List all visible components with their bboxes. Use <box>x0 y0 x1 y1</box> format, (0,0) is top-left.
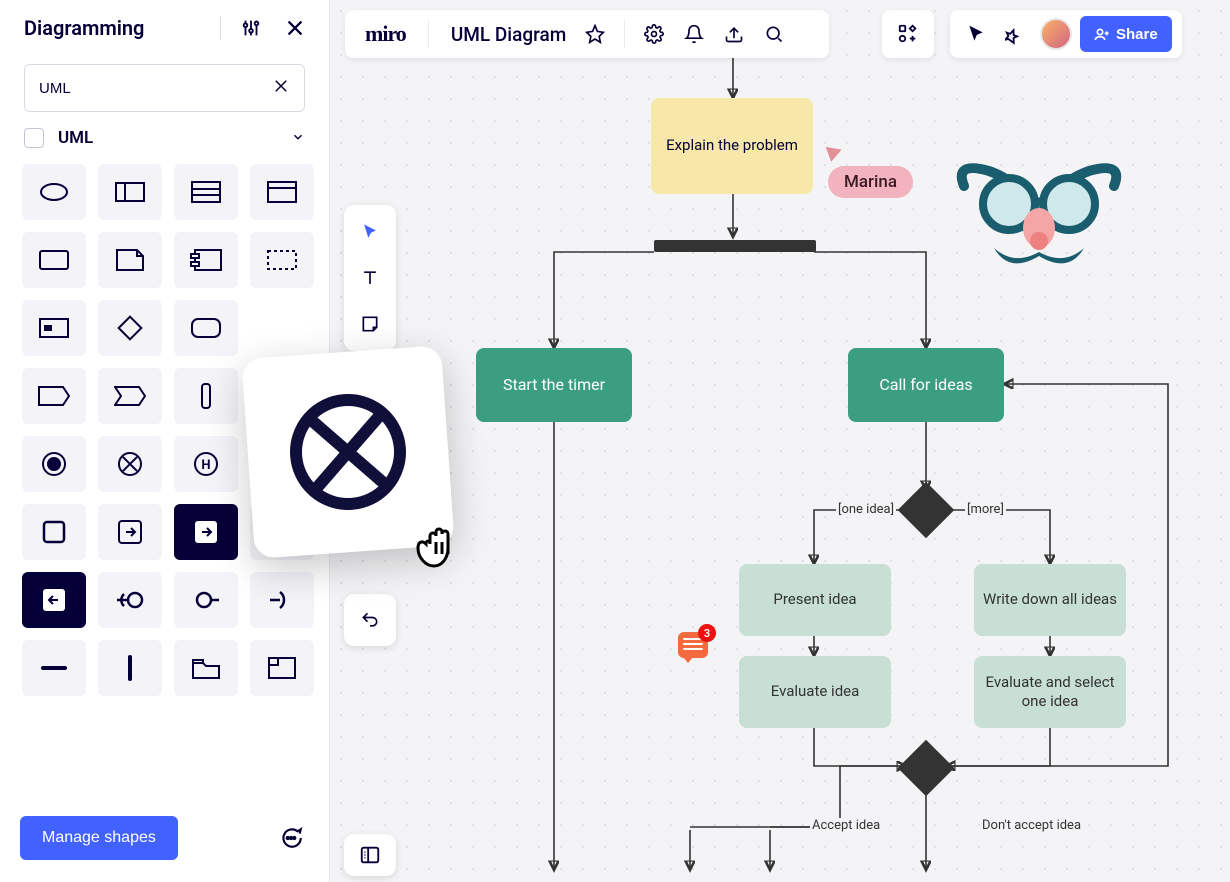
decision-2[interactable] <box>898 740 955 797</box>
collaborator-cursor: Marina <box>828 144 913 198</box>
tool-text[interactable] <box>349 257 391 299</box>
label-dont-accept: Don't accept idea <box>980 818 1083 833</box>
miro-logo[interactable]: miro <box>355 21 416 47</box>
label-more: [more] <box>965 502 1006 517</box>
apps-button[interactable] <box>882 10 934 58</box>
node-evaluate-idea[interactable]: Evaluate idea <box>739 656 891 728</box>
share-button[interactable]: Share <box>1080 16 1172 52</box>
category-row[interactable]: UML <box>0 128 329 160</box>
panel-title: Diagramming <box>24 16 204 40</box>
tool-sticky[interactable] <box>349 303 391 345</box>
node-bar[interactable] <box>654 240 816 252</box>
shape-chevron[interactable] <box>98 368 162 424</box>
collab-bar: Share <box>950 10 1182 58</box>
shape-double-panel[interactable] <box>98 164 162 220</box>
tool-select[interactable] <box>349 211 391 253</box>
shape-slot[interactable] <box>22 300 86 356</box>
top-app-bar: miro UML Diagram <box>345 10 829 58</box>
shape-circle-h[interactable]: H <box>174 436 238 492</box>
shape-component[interactable] <box>174 232 238 288</box>
share-label: Share <box>1116 26 1158 43</box>
tool-panel-toggle[interactable] <box>344 834 396 876</box>
clear-search-icon[interactable] <box>272 77 290 100</box>
shape-square[interactable] <box>22 504 86 560</box>
shape-provided-interface[interactable] <box>98 572 162 628</box>
shape-tag[interactable] <box>22 368 86 424</box>
tool-undo[interactable] <box>344 594 396 646</box>
upload-icon[interactable] <box>717 17 751 51</box>
shape-folder[interactable] <box>174 640 238 696</box>
cursor-tool-icon[interactable] <box>960 17 992 51</box>
shape-hline[interactable] <box>22 640 86 696</box>
comment-count-badge: 3 <box>698 624 716 642</box>
board-title[interactable]: UML Diagram <box>441 23 572 46</box>
shape-ellipse[interactable] <box>22 164 86 220</box>
node-call-ideas[interactable]: Call for ideas <box>848 348 1004 422</box>
reactions-icon[interactable] <box>1000 17 1032 51</box>
node-explain[interactable]: Explain the problem <box>651 98 813 194</box>
user-avatar[interactable] <box>1040 18 1072 50</box>
shape-circle-filled[interactable] <box>22 436 86 492</box>
category-label: UML <box>58 128 277 148</box>
shape-note[interactable] <box>98 232 162 288</box>
shape-search[interactable] <box>24 64 305 112</box>
shape-bar[interactable] <box>174 368 238 424</box>
node-writedown[interactable]: Write down all ideas <box>974 564 1126 636</box>
shape-dashed-rect[interactable] <box>250 232 314 288</box>
panel-close-icon[interactable] <box>281 14 309 42</box>
shape-diamond[interactable] <box>98 300 162 356</box>
svg-text:H: H <box>201 458 210 473</box>
shape-square-arrow-r-dark[interactable] <box>174 504 238 560</box>
panel-settings-icon[interactable] <box>237 14 265 42</box>
chevron-down-icon[interactable] <box>291 129 305 148</box>
shape-square-arrow-r[interactable] <box>98 504 162 560</box>
sticker-disguise[interactable] <box>954 156 1124 276</box>
shape-required-interface[interactable] <box>174 572 238 628</box>
shape-rect[interactable] <box>22 232 86 288</box>
feedback-chat-icon[interactable] <box>273 820 309 856</box>
tool-toolbar <box>344 205 396 351</box>
star-icon[interactable] <box>578 17 612 51</box>
shape-panel[interactable] <box>250 164 314 220</box>
shape-required-socket[interactable] <box>250 572 314 628</box>
shape-window[interactable] <box>250 640 314 696</box>
manage-shapes-button[interactable]: Manage shapes <box>20 816 178 860</box>
grab-cursor-icon <box>410 510 480 584</box>
shape-class-box[interactable] <box>174 164 238 220</box>
shape-rounded[interactable] <box>174 300 238 356</box>
shape-search-input[interactable] <box>39 80 272 97</box>
bell-icon[interactable] <box>677 17 711 51</box>
search-icon[interactable] <box>757 17 791 51</box>
node-present[interactable]: Present idea <box>739 564 891 636</box>
shape-circle-x[interactable] <box>98 436 162 492</box>
shape-square-arrow-l-dark[interactable] <box>22 572 86 628</box>
settings-gear-icon[interactable] <box>637 17 671 51</box>
collaborator-name: Marina <box>828 166 913 198</box>
label-one-idea: [one idea] <box>836 502 896 517</box>
comment-thread[interactable]: 3 <box>678 632 708 658</box>
node-evaluate-select[interactable]: Evaluate and select one idea <box>974 656 1126 728</box>
category-checkbox[interactable] <box>24 128 44 148</box>
shape-vline[interactable] <box>98 640 162 696</box>
label-accept: Accept idea <box>810 818 882 833</box>
decision-1[interactable] <box>898 482 955 539</box>
node-start-timer[interactable]: Start the timer <box>476 348 632 422</box>
